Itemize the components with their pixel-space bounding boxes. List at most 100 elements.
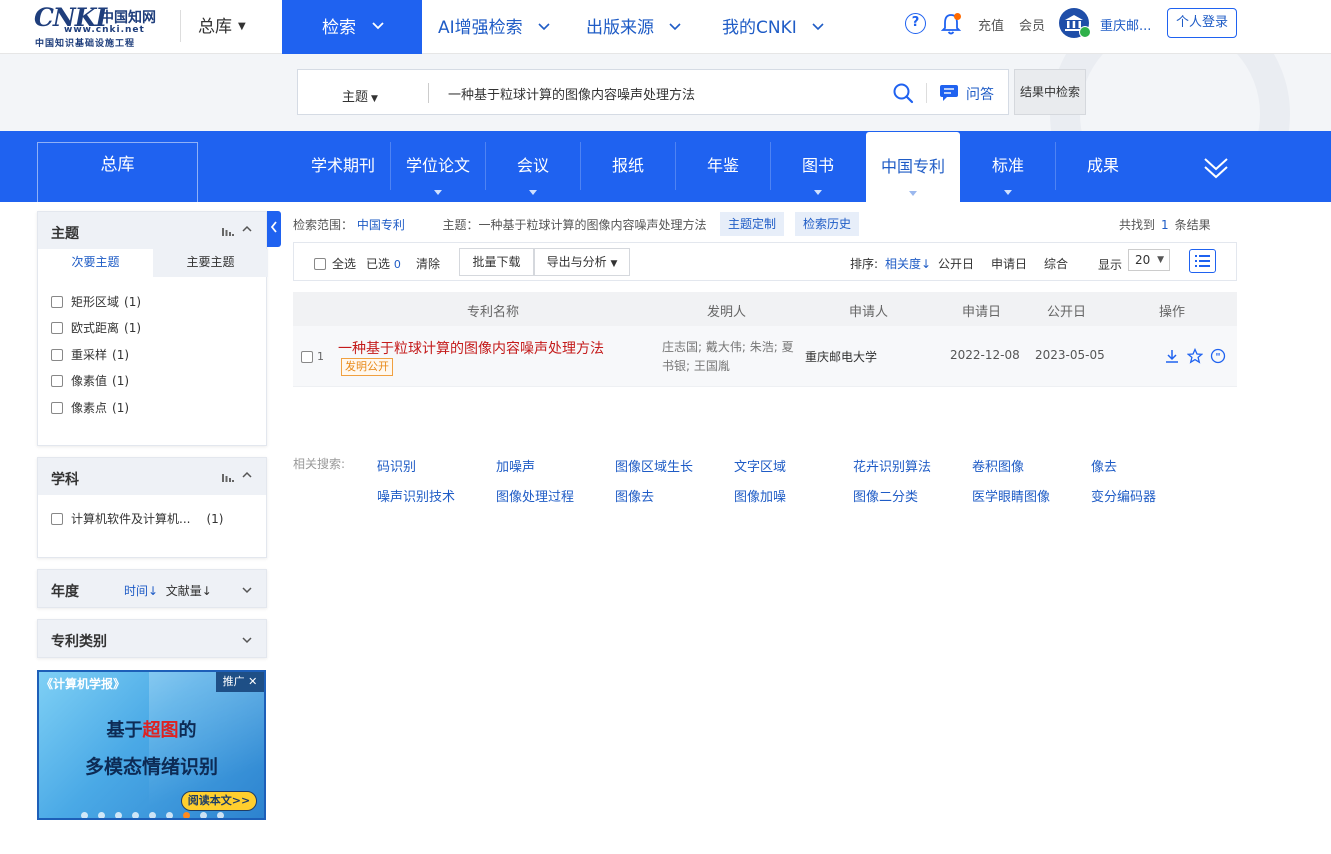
list-view-icon[interactable]	[1189, 249, 1216, 273]
related-search-link[interactable]: 图像去	[615, 486, 654, 505]
tab-conferences[interactable]: 会议	[486, 131, 580, 202]
facet-item[interactable]: 欧式距离 (1)	[51, 319, 141, 336]
carousel-dot[interactable]	[98, 812, 105, 818]
tab-books[interactable]: 图书	[771, 131, 865, 202]
bar-chart-icon[interactable]	[222, 472, 234, 482]
carousel-dot[interactable]	[149, 812, 156, 818]
nav-ai-search[interactable]: AI增强检索	[438, 13, 550, 38]
scope-value[interactable]: 中国专利	[357, 218, 405, 232]
facet-item[interactable]: 矩形区域 (1)	[51, 293, 141, 310]
tab-newspapers[interactable]: 报纸	[581, 131, 675, 202]
chevron-up-icon[interactable]	[242, 470, 252, 480]
row-checkbox[interactable]	[301, 351, 313, 363]
result-title-link[interactable]: 一种基于粒球计算的图像内容噪声处理方法	[338, 338, 604, 358]
carousel-dot[interactable]	[200, 812, 207, 818]
related-search-link[interactable]: 花卉识别算法	[853, 456, 931, 475]
search-history-button[interactable]: 检索历史	[795, 212, 859, 236]
inventors[interactable]: 庄志国; 戴大伟; 朱浩; 夏 书银; 王国胤	[662, 338, 802, 376]
facet-header[interactable]: 主题	[38, 212, 266, 249]
related-search-link[interactable]: 图像加噪	[734, 486, 786, 505]
sort-by-count[interactable]: 文献量↓	[166, 584, 212, 598]
qa-button[interactable]: 问答	[966, 84, 994, 104]
subtab-secondary-topic[interactable]: 次要主题	[38, 249, 153, 277]
recharge-link[interactable]: 充值	[978, 15, 1004, 34]
search-in-results-button[interactable]: 结果中检索	[1014, 69, 1086, 115]
download-icon[interactable]	[1164, 348, 1180, 364]
chevron-down-icon[interactable]	[242, 585, 252, 595]
related-search-link[interactable]: 加噪声	[496, 456, 535, 475]
page-size-select[interactable]: 20 ▼	[1128, 249, 1170, 271]
related-search-link[interactable]: 图像区域生长	[615, 456, 693, 475]
checkbox[interactable]	[314, 258, 326, 270]
carousel-dot[interactable]	[166, 812, 173, 818]
tab-standards[interactable]: 标准	[961, 131, 1055, 202]
chevron-up-icon[interactable]	[242, 224, 252, 234]
chevron-down-icon[interactable]	[242, 635, 252, 645]
institution-name[interactable]: 重庆邮...	[1100, 15, 1151, 34]
sort-relevance[interactable]: 相关度↓	[885, 255, 931, 272]
tab-china-patents[interactable]: 中国专利	[866, 132, 960, 202]
tab-achievements[interactable]: 成果	[1056, 131, 1150, 202]
related-search-link[interactable]: 图像处理过程	[496, 486, 574, 505]
sort-comprehensive[interactable]: 综合	[1044, 255, 1068, 272]
library-switcher[interactable]: 总库 ▼	[198, 12, 246, 37]
customize-topic-button[interactable]: 主题定制	[720, 212, 784, 236]
checkbox[interactable]	[51, 296, 63, 308]
facet-item[interactable]: 像素点 (1)	[51, 399, 129, 416]
search-icon[interactable]	[892, 82, 914, 104]
sort-publish-date[interactable]: 公开日	[938, 255, 974, 272]
batch-download-button[interactable]: 批量下载	[459, 248, 534, 276]
tab-theses[interactable]: 学位论文	[391, 131, 485, 202]
carousel-dot[interactable]	[115, 812, 122, 818]
facet-item[interactable]: 像素值 (1)	[51, 372, 129, 389]
subtab-primary-topic[interactable]: 主要主题	[153, 249, 268, 277]
tab-journals[interactable]: 学术期刊	[296, 131, 390, 202]
related-search-link[interactable]: 医学眼睛图像	[972, 486, 1050, 505]
close-icon[interactable]: ✕	[248, 675, 257, 688]
help-icon[interactable]: ?	[905, 13, 926, 34]
tab-all-databases[interactable]: 总库	[37, 142, 198, 202]
checkbox[interactable]	[51, 402, 63, 414]
applicant[interactable]: 重庆邮电大学	[805, 348, 877, 365]
nav-my-cnki[interactable]: 我的CNKI	[722, 13, 824, 38]
export-analysis-button[interactable]: 导出与分析 ▼	[534, 248, 630, 276]
favorite-star-icon[interactable]	[1187, 348, 1203, 364]
carousel-dot[interactable]	[217, 812, 224, 818]
carousel-dot[interactable]	[132, 812, 139, 818]
related-search-link[interactable]: 码识别	[377, 456, 416, 475]
cnki-logo[interactable]: CNKI 中国知网 www.cnki.net 中国知识基础设施工程	[34, 3, 164, 49]
facet-header[interactable]: 专利类别	[38, 620, 266, 657]
related-search-link[interactable]: 变分编码器	[1091, 486, 1156, 505]
bar-chart-icon[interactable]	[222, 226, 234, 236]
double-chevron-down-icon[interactable]	[1203, 156, 1229, 180]
member-link[interactable]: 会员	[1019, 15, 1045, 34]
search-field-select[interactable]: 主题 ▼	[342, 86, 378, 105]
checkbox[interactable]	[51, 513, 63, 525]
chat-icon[interactable]	[939, 84, 959, 102]
nav-publications[interactable]: 出版来源	[586, 13, 681, 38]
related-search-link[interactable]: 图像二分类	[853, 486, 918, 505]
related-search-link[interactable]: 文字区域	[734, 456, 786, 475]
carousel-dot[interactable]	[81, 812, 88, 818]
facet-item[interactable]: 计算机软件及计算机... (1)	[51, 510, 223, 527]
carousel-dot-active[interactable]	[183, 812, 190, 818]
checkbox[interactable]	[51, 349, 63, 361]
checkbox[interactable]	[51, 322, 63, 334]
checkbox[interactable]	[51, 375, 63, 387]
quote-icon[interactable]: "	[1210, 348, 1226, 364]
promo-banner[interactable]: 《计算机学报》 推广 ✕ 基于超图的 多模态情绪识别 阅读本文>>	[37, 670, 266, 820]
facet-header[interactable]: 年度 时间↓ 文献量↓	[38, 570, 266, 607]
related-search-link[interactable]: 像去	[1091, 456, 1117, 475]
read-article-button[interactable]: 阅读本文>>	[181, 791, 257, 811]
nav-search[interactable]: 检索	[282, 0, 422, 54]
select-all[interactable]: 全选	[314, 255, 356, 272]
facet-header[interactable]: 学科	[38, 458, 266, 495]
sort-by-time[interactable]: 时间↓	[124, 584, 158, 598]
related-search-link[interactable]: 噪声识别技术	[377, 486, 455, 505]
clear-selection[interactable]: 清除	[416, 255, 440, 272]
personal-login-button[interactable]: 个人登录	[1167, 8, 1237, 38]
sort-apply-date[interactable]: 申请日	[991, 255, 1027, 272]
facet-item[interactable]: 重采样 (1)	[51, 346, 129, 363]
related-search-link[interactable]: 卷积图像	[972, 456, 1024, 475]
collapse-sidebar-button[interactable]	[267, 211, 281, 247]
